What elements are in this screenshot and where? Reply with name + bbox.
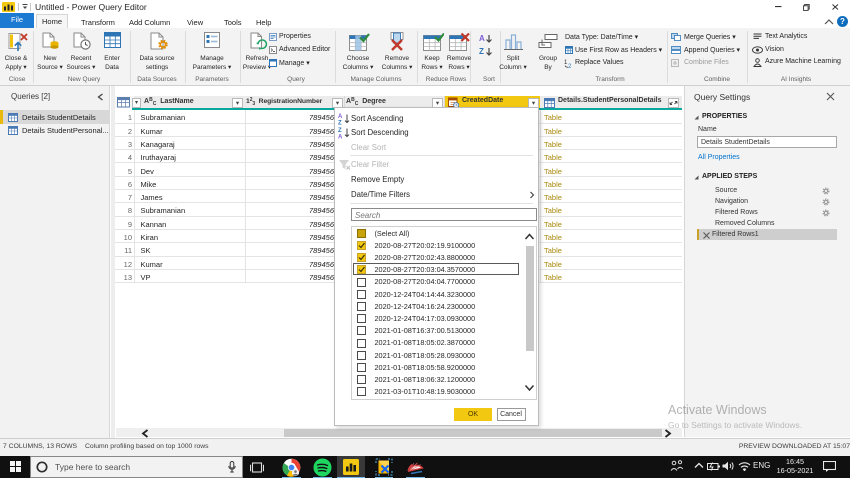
svg-text:Z: Z bbox=[338, 128, 342, 134]
svg-text:2: 2 bbox=[568, 64, 572, 68]
svg-text:A: A bbox=[338, 135, 343, 140]
svg-text:Z: Z bbox=[479, 47, 484, 56]
svg-text:A: A bbox=[338, 114, 343, 120]
svg-text:Z: Z bbox=[338, 121, 342, 126]
svg-text:A: A bbox=[479, 34, 485, 43]
